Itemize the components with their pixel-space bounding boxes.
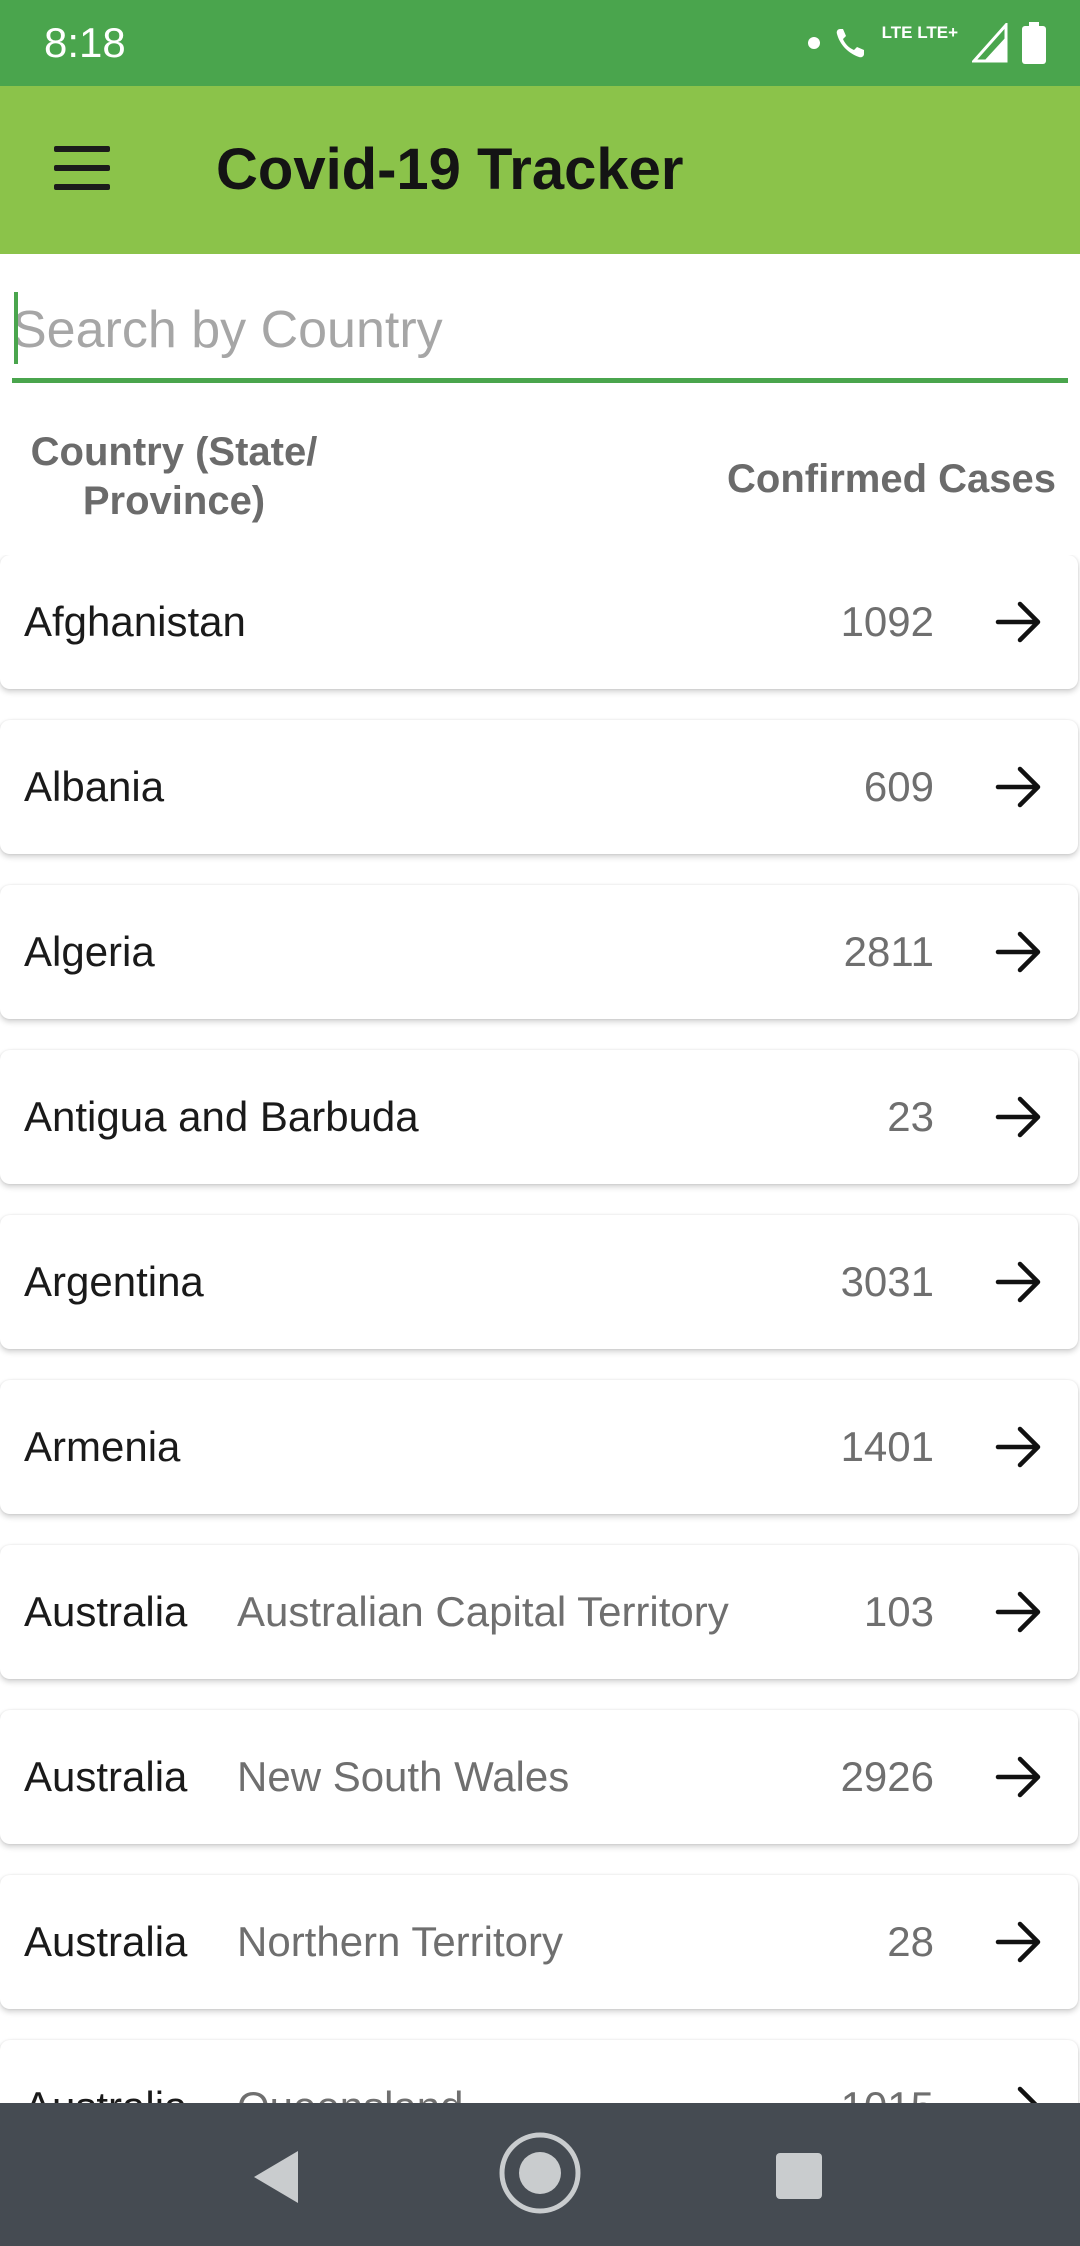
row-province: New South Wales: [237, 1753, 570, 1800]
row-cases: 609: [863, 763, 934, 810]
notification-dot-icon: [807, 37, 820, 49]
row-cases: 28: [887, 1918, 934, 1965]
row-country: Argentina: [24, 1258, 204, 1305]
network-type-label: LTE LTE+: [881, 23, 958, 42]
row-country: Armenia: [24, 1423, 181, 1470]
row-country: Antigua and Barbuda: [24, 1093, 419, 1140]
country-list[interactable]: Afghanistan 1092 Albania 609 Algeria 281…: [0, 555, 1080, 2103]
row-cases: 1401: [840, 1423, 934, 1470]
home-icon[interactable]: [498, 2131, 582, 2215]
list-item[interactable]: Albania 609: [0, 720, 1078, 854]
arrow-right-icon[interactable]: [994, 1752, 1044, 1802]
arrow-right-icon[interactable]: [994, 597, 1044, 647]
system-nav-bar: [0, 2103, 1080, 2246]
list-item[interactable]: Australia Australian Capital Territory 1…: [0, 1545, 1078, 1679]
list-item[interactable]: Armenia 1401: [0, 1380, 1078, 1514]
arrow-right-icon[interactable]: [994, 927, 1044, 977]
arrow-right-icon[interactable]: [994, 1917, 1044, 1967]
row-cases: 2926: [840, 1753, 934, 1800]
search-input[interactable]: [12, 282, 1068, 378]
arrow-right-icon[interactable]: [994, 2082, 1044, 2103]
row-province: Australian Capital Territory: [237, 1588, 729, 1635]
app-bar: Covid-19 Tracker: [0, 86, 1080, 254]
search-underline: [12, 378, 1068, 383]
arrow-right-icon[interactable]: [994, 1587, 1044, 1637]
status-time: 8:18: [44, 19, 126, 66]
column-header-confirmed-cases: Confirmed Cases: [727, 457, 1056, 501]
list-item[interactable]: Afghanistan 1092: [0, 555, 1078, 689]
arrow-right-icon[interactable]: [994, 1257, 1044, 1307]
row-province: Queensland: [237, 2040, 464, 2103]
list-item[interactable]: Algeria 2811: [0, 885, 1078, 1019]
list-item[interactable]: Australia Northern Territory 28: [0, 1875, 1078, 2009]
row-country: Australia: [24, 1588, 188, 1635]
row-cases: 103: [863, 1588, 934, 1635]
column-header-country: Country (State/ Province): [30, 430, 318, 523]
row-cases: 1092: [840, 598, 934, 645]
row-cases: 1015: [841, 2040, 934, 2103]
row-cases: 3031: [840, 1258, 934, 1305]
app-title: Covid-19 Tracker: [216, 137, 684, 202]
row-cases: 23: [887, 1093, 934, 1140]
wifi-call-icon: [836, 29, 864, 58]
back-icon[interactable]: [250, 2149, 302, 2205]
search-container: [12, 282, 1068, 384]
arrow-right-icon[interactable]: [994, 1422, 1044, 1472]
text-cursor: [14, 292, 18, 364]
row-country: Australia: [24, 1753, 188, 1800]
status-icons: LTE LTE+: [807, 18, 1046, 68]
signal-icon: [972, 23, 1008, 63]
list-item[interactable]: Argentina 3031: [0, 1215, 1078, 1349]
arrow-right-icon[interactable]: [994, 762, 1044, 812]
list-item[interactable]: Antigua and Barbuda 23: [0, 1050, 1078, 1184]
row-country: Afghanistan: [24, 598, 246, 645]
row-country: Australia: [24, 2040, 187, 2103]
row-country: Algeria: [24, 928, 155, 975]
battery-icon: [1022, 22, 1046, 64]
recents-icon[interactable]: [776, 2153, 822, 2199]
row-cases: 2811: [843, 928, 934, 975]
row-country: Australia: [24, 1918, 188, 1965]
list-item[interactable]: Australia New South Wales 2926: [0, 1710, 1078, 1844]
row-country: Albania: [24, 763, 165, 810]
list-item[interactable]: Australia Queensland 1015: [0, 2040, 1078, 2103]
hamburger-menu-icon[interactable]: [40, 130, 130, 210]
row-province: Northern Territory: [237, 1918, 563, 1965]
arrow-right-icon[interactable]: [994, 1092, 1044, 1142]
status-bar: 8:18 LTE LTE+: [0, 0, 1080, 86]
